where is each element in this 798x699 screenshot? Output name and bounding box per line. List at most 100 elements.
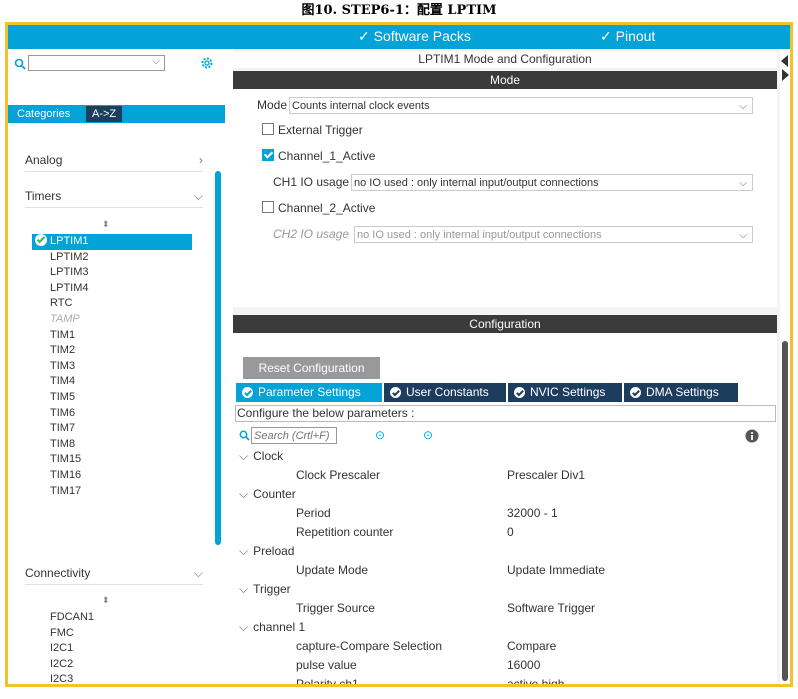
previous-icon[interactable]: ⊙ <box>375 428 385 442</box>
param-value[interactable]: Software Trigger <box>507 599 595 618</box>
peripheral-item-lptim2[interactable]: LPTIM2 <box>32 250 192 266</box>
search-icon <box>239 430 250 441</box>
peripheral-label: TIM4 <box>50 375 76 388</box>
chevron-down-icon: ⌵ <box>739 230 747 241</box>
category-tabbar: Categories A->Z <box>8 105 225 123</box>
tab-nvic-settings[interactable]: NVIC Settings <box>508 383 622 402</box>
peripheral-item-tim15[interactable]: TIM15 <box>32 452 192 468</box>
param-group-label: Clock <box>253 449 284 463</box>
peripheral-item-lptim1[interactable]: LPTIM1 <box>32 234 192 250</box>
peripheral-item-lptim4[interactable]: LPTIM4 <box>32 281 192 297</box>
scrollbar[interactable] <box>215 171 221 545</box>
gear-icon[interactable] <box>200 56 214 70</box>
cubemx-window: ✓ Software Packs ✓ Pinout ⌵ Categories A… <box>5 22 793 687</box>
mode-select[interactable]: Counts internal clock events ⌵ <box>289 97 753 114</box>
reset-configuration-button[interactable]: Reset Configuration <box>243 357 380 379</box>
peripheral-item-tim2[interactable]: TIM2 <box>32 343 192 359</box>
chevron-down-icon: ⌵ <box>193 189 203 203</box>
scrollbar[interactable] <box>782 341 788 681</box>
peripheral-label: TIM1 <box>50 328 76 341</box>
checkbox-box <box>262 201 274 213</box>
parameter-search-input[interactable] <box>251 427 337 444</box>
pinout-menu[interactable]: ✓ Pinout <box>600 28 655 45</box>
param-value[interactable]: Update Immediate <box>507 561 605 580</box>
peripheral-item-tim3[interactable]: TIM3 <box>32 359 192 375</box>
tab-user-constants[interactable]: User Constants <box>384 383 506 402</box>
param-name: Polarity ch1 <box>296 677 359 687</box>
param-value[interactable]: active high <box>507 675 564 684</box>
peripheral-item-tim17[interactable]: TIM17 <box>32 484 192 500</box>
peripheral-item-tim6[interactable]: TIM6 <box>32 406 192 422</box>
external-trigger-checkbox[interactable]: External Trigger <box>262 123 363 137</box>
sort-icon[interactable]: ⬍ <box>102 219 110 230</box>
peripheral-label: LPTIM3 <box>50 266 89 279</box>
param-group[interactable]: ⌵ Clock <box>239 447 283 466</box>
ch1-io-select[interactable]: no IO used : only internal input/output … <box>351 174 753 191</box>
peripheral-item-tim16[interactable]: TIM16 <box>32 468 192 484</box>
check-circle-icon <box>35 234 47 246</box>
connectivity-list: FDCAN1FMCI2C1I2C2I2C3I2C4 <box>32 610 94 684</box>
param-value[interactable]: Prescaler Div1 <box>507 466 585 485</box>
ch2-io-label: CH2 IO usage <box>273 227 350 241</box>
param-value[interactable]: Compare <box>507 637 556 656</box>
param-name: Trigger Source <box>296 601 375 615</box>
category-analog[interactable]: Analog › <box>25 149 203 172</box>
param-group[interactable]: ⌵ channel 1 <box>239 618 305 637</box>
peripheral-label: TIM16 <box>50 468 82 481</box>
peripheral-item-tim8[interactable]: TIM8 <box>32 437 192 453</box>
software-packs-menu[interactable]: ✓ Software Packs <box>358 28 471 45</box>
peripheral-item-tim7[interactable]: TIM7 <box>32 421 192 437</box>
parameter-list: ⌵ Clock Clock Prescaler Prescaler Div1 ⌵ Coun… <box>233 447 777 687</box>
mode-section: Mode Counts internal clock events ⌵ Exte… <box>233 89 777 307</box>
category-connectivity[interactable]: Connectivity ⌵ <box>25 562 203 585</box>
peripheral-item-tamp[interactable]: TAMP <box>32 312 192 328</box>
peripheral-item-i2c3[interactable]: I2C3 <box>32 672 94 684</box>
checkbox-box-checked <box>262 149 274 161</box>
peripheral-label: TIM6 <box>50 406 76 419</box>
check-circle-icon <box>514 387 525 398</box>
mode-configuration-panel: LPTIM1 Mode and Configuration Mode Mode … <box>233 49 790 684</box>
peripheral-item-lptim3[interactable]: LPTIM3 <box>32 265 192 281</box>
check-circle-icon <box>390 387 401 398</box>
param-value[interactable]: 0 <box>507 523 514 542</box>
mode-header: Mode <box>233 71 777 89</box>
peripheral-item-i2c1[interactable]: I2C1 <box>32 641 94 657</box>
peripheral-item-tim4[interactable]: TIM4 <box>32 374 192 390</box>
param-group[interactable]: ⌵ Counter <box>239 485 296 504</box>
tab-dma-settings[interactable]: DMA Settings <box>624 383 738 402</box>
peripheral-label: LPTIM1 <box>50 235 89 247</box>
tab-a-z[interactable]: A->Z <box>86 106 123 122</box>
ch2-io-select[interactable]: no IO used : only internal input/output … <box>354 226 753 243</box>
info-icon[interactable] <box>745 429 759 443</box>
chevron-down-icon: ⌵ <box>239 544 249 558</box>
param-group-label: Trigger <box>253 582 291 596</box>
param-value[interactable]: 32000 - 1 <box>507 504 558 523</box>
peripheral-item-i2c2[interactable]: I2C2 <box>32 657 94 673</box>
collapse-right-icon[interactable] <box>782 69 789 81</box>
peripheral-item-tim5[interactable]: TIM5 <box>32 390 192 406</box>
peripheral-item-fmc[interactable]: FMC <box>32 626 94 642</box>
param-group[interactable]: ⌵ Trigger <box>239 580 291 599</box>
configuration-section: Reset Configuration Parameter Settings U… <box>233 333 777 684</box>
category-timers[interactable]: Timers ⌵ <box>25 185 203 208</box>
param-name: Repetition counter <box>296 525 394 539</box>
next-icon[interactable]: ⊙ <box>423 428 433 442</box>
param-name: capture-Compare Selection <box>296 639 443 653</box>
search-icon[interactable] <box>14 58 26 70</box>
peripheral-item-fdcan1[interactable]: FDCAN1 <box>32 610 94 626</box>
param-value[interactable]: 16000 <box>507 656 540 675</box>
tab-categories[interactable]: Categories <box>11 106 76 122</box>
sort-icon[interactable]: ⬍ <box>102 595 110 606</box>
category-label: Analog <box>25 153 63 167</box>
param-group[interactable]: ⌵ Preload <box>239 542 294 561</box>
peripheral-item-rtc[interactable]: RTC <box>32 296 192 312</box>
search-combo[interactable]: ⌵ <box>28 55 165 71</box>
tab-label: NVIC Settings <box>530 385 606 399</box>
collapse-left-icon[interactable] <box>781 55 788 67</box>
channel1-checkbox[interactable]: Channel_1_Active <box>262 149 375 163</box>
peripheral-label: LPTIM2 <box>50 250 89 263</box>
channel2-checkbox[interactable]: Channel_2_Active <box>262 201 375 215</box>
tab-parameter-settings[interactable]: Parameter Settings <box>236 383 382 402</box>
peripheral-item-tim1[interactable]: TIM1 <box>32 328 192 344</box>
timers-list: LPTIM1 LPTIM2 LPTIM3 LPTIM4 RTC TAMP TIM1 TIM2 T… <box>32 234 192 499</box>
